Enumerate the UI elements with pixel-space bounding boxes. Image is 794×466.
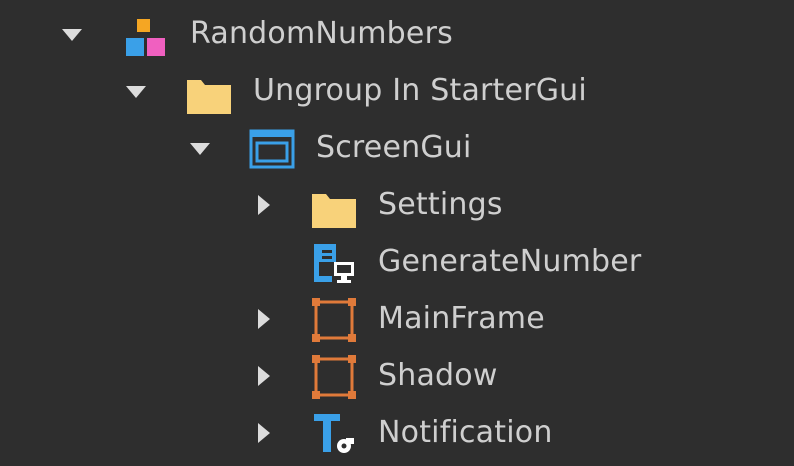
tree-item-screengui[interactable]: ScreenGui xyxy=(0,120,794,177)
tree-item-label: ScreenGui xyxy=(316,130,472,165)
tree-item-mainframe[interactable]: MainFrame xyxy=(0,291,794,348)
tree-item-notification[interactable]: Notification xyxy=(0,405,794,462)
expanded-arrow-icon[interactable] xyxy=(58,22,86,50)
localscript-icon xyxy=(314,244,354,283)
collapsed-arrow-icon[interactable] xyxy=(250,419,278,447)
collapsed-arrow-icon[interactable] xyxy=(250,362,278,390)
collapsed-arrow-icon[interactable] xyxy=(250,305,278,333)
tree-item-ungroup-in-startergui[interactable]: Ungroup In StarterGui xyxy=(0,63,794,120)
tree-item-shadow[interactable]: Shadow xyxy=(0,348,794,405)
tree-item-label: Shadow xyxy=(378,358,498,393)
explorer-tree: RandomNumbers Ungroup In StarterGui Scre… xyxy=(0,0,794,466)
expanded-arrow-icon[interactable] xyxy=(186,136,214,164)
model-icon xyxy=(126,19,165,56)
frame-icon xyxy=(312,298,356,342)
tree-item-label: Notification xyxy=(378,415,553,450)
tree-item-settings[interactable]: Settings xyxy=(0,177,794,234)
tree-item-generatenumber[interactable]: GenerateNumber xyxy=(0,234,794,291)
collapsed-arrow-icon[interactable] xyxy=(250,191,278,219)
folder-icon xyxy=(312,194,356,228)
screengui-icon xyxy=(249,129,295,169)
tree-item-label: GenerateNumber xyxy=(378,244,642,279)
tree-item-label: Settings xyxy=(378,187,503,222)
textlabel-icon xyxy=(314,414,354,453)
frame-icon xyxy=(312,355,356,399)
tree-item-label: Ungroup In StarterGui xyxy=(253,73,587,108)
expanded-arrow-icon[interactable] xyxy=(122,79,150,107)
tree-item-label: MainFrame xyxy=(378,301,545,336)
tree-item-label: RandomNumbers xyxy=(190,16,453,51)
tree-item-randomnumbers[interactable]: RandomNumbers xyxy=(0,6,794,63)
folder-icon xyxy=(187,80,231,114)
